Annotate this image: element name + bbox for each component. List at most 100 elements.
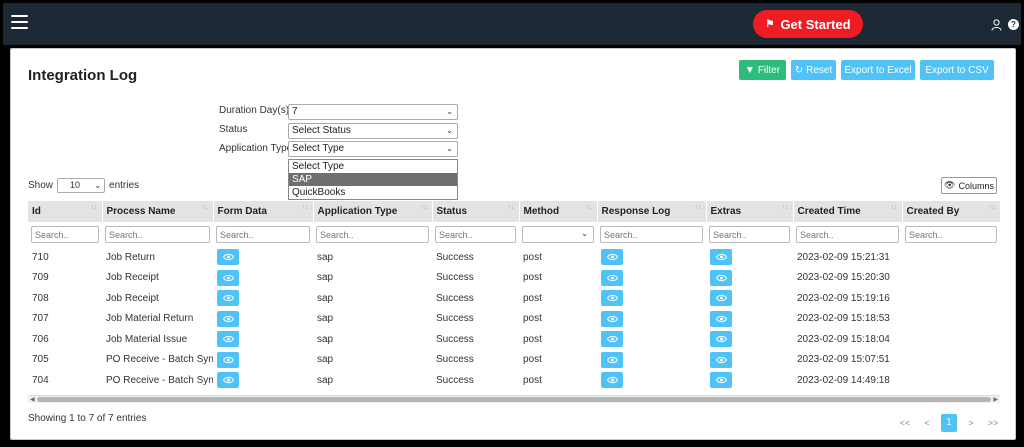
table-cell-app: sap — [317, 272, 334, 284]
view-eye-button[interactable] — [217, 310, 239, 327]
column-search-input[interactable] — [31, 226, 99, 243]
column-search-input[interactable] — [600, 226, 703, 243]
method-filter-select[interactable]: ⌄ — [522, 226, 594, 243]
prev-page-button[interactable]: < — [916, 418, 938, 428]
table-cell-id: 708 — [32, 292, 49, 304]
view-eye-button[interactable] — [217, 269, 239, 286]
column-header[interactable]: Created Time ↑↓ — [793, 201, 903, 222]
dropdown-option[interactable]: Select Type — [289, 160, 457, 173]
horizontal-scrollbar[interactable]: ◀ ▶ — [28, 395, 1000, 403]
duration-label: Duration Day(s) — [219, 105, 290, 116]
length-control: Show 10 ⌄ entries — [28, 178, 139, 193]
menu-icon[interactable] — [11, 15, 28, 29]
column-header[interactable]: Response Log ↑↓ — [597, 201, 707, 222]
view-eye-button[interactable] — [601, 249, 623, 266]
sort-icon: ↑↓ — [890, 204, 898, 211]
column-search-input[interactable] — [316, 226, 429, 243]
action-cell — [213, 329, 313, 350]
columns-button[interactable]: 👁 Columns — [941, 177, 997, 194]
view-eye-button[interactable] — [710, 351, 732, 368]
view-eye-button[interactable] — [217, 249, 239, 266]
reset-button[interactable]: ↻ Reset — [791, 60, 836, 80]
column-header[interactable]: Method ↑↓ — [519, 201, 598, 222]
column-header[interactable]: Process Name ↑↓ — [102, 201, 214, 222]
next-page-button[interactable]: > — [960, 418, 982, 428]
column-search-cell — [793, 222, 902, 247]
dropdown-option[interactable]: QuickBooks — [289, 186, 457, 199]
export-csv-button[interactable]: Export to CSV — [920, 60, 994, 80]
view-eye-button[interactable] — [217, 351, 239, 368]
user-icon[interactable] — [991, 19, 1002, 31]
view-eye-button[interactable] — [710, 269, 732, 286]
column-header[interactable]: Id ↑↓ — [28, 201, 103, 222]
view-eye-button[interactable] — [710, 249, 732, 266]
view-eye-button[interactable] — [710, 372, 732, 389]
table-row: 710 Job Return sap Success post 2023-02-09 15… — [28, 247, 1000, 268]
flag-icon: ⚑ — [765, 18, 775, 30]
reset-label: Reset — [806, 64, 833, 76]
column-header-label: Created By — [906, 206, 960, 217]
chevron-down-icon: ⌄ — [446, 144, 453, 153]
table-cell-status: Success — [436, 354, 474, 366]
column-header[interactable]: Status ↑↓ — [432, 201, 520, 222]
filter-button[interactable]: ▼ Filter — [739, 60, 786, 80]
table-cell-id: 707 — [32, 313, 49, 325]
column-header-label: Process Name — [106, 206, 176, 217]
column-header[interactable]: Form Data ↑↓ — [213, 201, 314, 222]
table-cell-id: 709 — [32, 272, 49, 284]
export-excel-button[interactable]: Export to Excel — [841, 60, 915, 80]
scroll-left-icon[interactable]: ◀ — [30, 396, 35, 403]
help-icon[interactable]: ? — [1008, 19, 1019, 30]
column-search-input[interactable] — [216, 226, 310, 243]
scrollbar-thumb[interactable] — [37, 397, 991, 402]
column-search-input[interactable] — [905, 226, 997, 243]
entries-select[interactable]: 10 ⌄ — [57, 178, 106, 193]
table-cell-id: 710 — [32, 251, 49, 263]
column-header-label: Application Type — [317, 206, 398, 217]
table-row: 709 Job Receipt sap Success post 2023-02-09 1… — [28, 268, 1000, 289]
get-started-button[interactable]: ⚑ Get Started — [753, 10, 863, 38]
table-cell-app: sap — [317, 354, 334, 366]
action-cell — [597, 268, 706, 289]
chevron-down-icon: ⌄ — [446, 126, 453, 135]
column-header[interactable]: Application Type ↑↓ — [313, 201, 433, 222]
view-eye-button[interactable] — [601, 331, 623, 348]
current-page-button[interactable]: 1 — [941, 414, 957, 432]
table-cell-method: post — [523, 272, 542, 284]
view-eye-button[interactable] — [710, 290, 732, 307]
column-header[interactable]: Created By ↑↓ — [902, 201, 1000, 222]
column-header[interactable]: Extras ↑↓ — [706, 201, 794, 222]
table-cell-app: sap — [317, 313, 334, 325]
first-page-button[interactable]: << — [894, 418, 916, 428]
action-cell — [597, 247, 706, 268]
status-select[interactable]: Select Status ⌄ — [288, 123, 458, 139]
scroll-right-icon[interactable]: ▶ — [993, 396, 998, 403]
last-page-button[interactable]: >> — [982, 418, 1004, 428]
column-search-input[interactable] — [435, 226, 516, 243]
app-type-select[interactable]: Select Type ⌄ — [288, 141, 458, 157]
view-eye-button[interactable] — [601, 290, 623, 307]
table-header-row: Id ↑↓ Process Name ↑↓ Form Data ↑↓ Application… — [28, 201, 1000, 222]
view-eye-button[interactable] — [601, 351, 623, 368]
column-header-label: Form Data — [217, 206, 267, 217]
column-search-input[interactable] — [105, 226, 210, 243]
view-eye-button[interactable] — [601, 372, 623, 389]
view-eye-button[interactable] — [601, 310, 623, 327]
table-cell-process: Job Material Issue — [106, 333, 188, 345]
dropdown-option[interactable]: SAP — [289, 173, 457, 186]
table-cell-app: sap — [317, 333, 334, 345]
column-search-input[interactable] — [709, 226, 790, 243]
view-eye-button[interactable] — [710, 310, 732, 327]
created-by-cell — [902, 350, 1000, 371]
view-eye-button[interactable] — [217, 331, 239, 348]
view-eye-button[interactable] — [217, 372, 239, 389]
duration-select[interactable]: 7 ⌄ — [288, 104, 458, 120]
created-by-cell — [902, 247, 1000, 268]
sort-icon: ↑↓ — [694, 204, 702, 211]
window-frame: ⚑ Get Started ? Integration Log ▼ Filter… — [0, 0, 1024, 447]
table-cell-process: Job Receipt — [106, 272, 159, 284]
view-eye-button[interactable] — [217, 290, 239, 307]
column-search-input[interactable] — [796, 226, 899, 243]
view-eye-button[interactable] — [710, 331, 732, 348]
view-eye-button[interactable] — [601, 269, 623, 286]
